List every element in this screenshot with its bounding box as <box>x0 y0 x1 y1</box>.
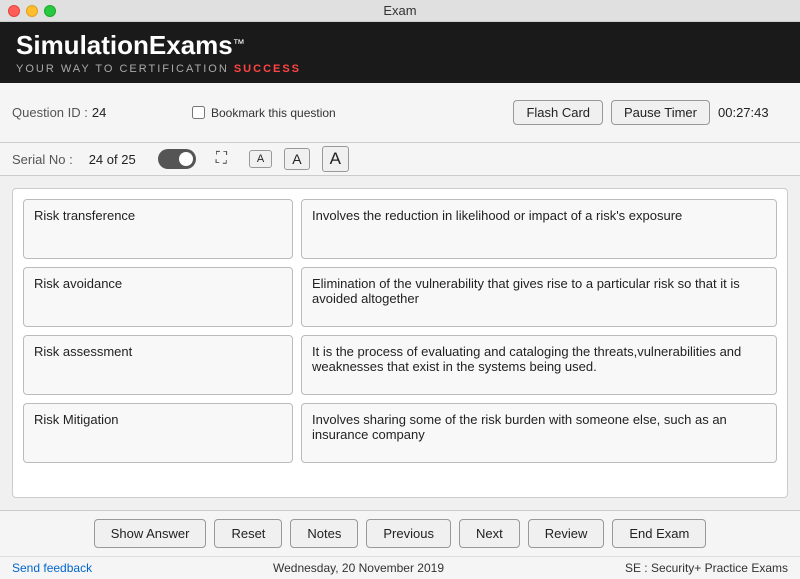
tagline: YOUR WAY TO CERTIFICATION SUCCESS <box>16 63 784 75</box>
question-id-row: Question ID : 24 <box>12 105 172 120</box>
bookmark-label: Bookmark this question <box>211 106 336 120</box>
question-info: Question ID : 24 <box>12 105 172 120</box>
toggle-switch[interactable] <box>158 149 196 169</box>
main-content: Risk transferenceInvolves the reduction … <box>0 176 800 510</box>
pause-timer-button[interactable]: Pause Timer <box>611 100 710 125</box>
matching-left-2: Risk assessment <box>23 335 293 395</box>
maximize-button[interactable] <box>44 5 56 17</box>
previous-button[interactable]: Previous <box>366 519 451 548</box>
serial-no-value: 24 of 25 <box>89 152 136 167</box>
matching-left-0: Risk transference <box>23 199 293 259</box>
tagline-before: YOUR WAY TO CERTIFICATION <box>16 63 234 75</box>
next-button[interactable]: Next <box>459 519 520 548</box>
timer-display: 00:27:43 <box>718 105 788 120</box>
header: SimulationExams™ YOUR WAY TO CERTIFICATI… <box>0 22 800 83</box>
bottom-bar: Show Answer Reset Notes Previous Next Re… <box>0 510 800 556</box>
bookmark-area: Bookmark this question <box>192 106 493 120</box>
matching-row: Risk avoidanceElimination of the vulnera… <box>23 267 777 327</box>
logo-area: SimulationExams™ <box>16 30 784 61</box>
question-id-label: Question ID : <box>12 105 88 120</box>
tagline-highlight: SUCCESS <box>234 63 301 75</box>
footer-date: Wednesday, 20 November 2019 <box>273 561 444 575</box>
flash-card-button[interactable]: Flash Card <box>513 100 603 125</box>
footer-exam-name: SE : Security+ Practice Exams <box>625 561 788 575</box>
send-feedback-link[interactable]: Send feedback <box>12 561 92 575</box>
review-button[interactable]: Review <box>528 519 605 548</box>
serial-no-label: Serial No : <box>12 152 73 167</box>
bookmark-checkbox[interactable] <box>192 106 205 119</box>
trademark-symbol: ™ <box>233 37 245 51</box>
window-title: Exam <box>383 3 416 18</box>
end-exam-button[interactable]: End Exam <box>612 519 706 548</box>
question-id-value: 24 <box>92 105 106 120</box>
fullscreen-icon[interactable]: ⛶ <box>216 150 227 168</box>
font-small-button[interactable]: A <box>249 150 272 168</box>
matching-right-3: Involves sharing some of the risk burden… <box>301 403 777 463</box>
controls-right: Flash Card Pause Timer 00:27:43 <box>513 100 788 125</box>
notes-button[interactable]: Notes <box>290 519 358 548</box>
title-bar: Exam <box>0 0 800 22</box>
logo-text: SimulationExams <box>16 30 233 60</box>
matching-left-1: Risk avoidance <box>23 267 293 327</box>
matching-row: Risk assessmentIt is the process of eval… <box>23 335 777 395</box>
font-medium-button[interactable]: A <box>284 148 309 170</box>
traffic-lights <box>8 5 56 17</box>
matching-row: Risk MitigationInvolves sharing some of … <box>23 403 777 463</box>
matching-row: Risk transferenceInvolves the reduction … <box>23 199 777 259</box>
matching-right-1: Elimination of the vulnerability that gi… <box>301 267 777 327</box>
info-bar: Question ID : 24 Bookmark this question … <box>0 83 800 143</box>
matching-left-3: Risk Mitigation <box>23 403 293 463</box>
matching-right-2: It is the process of evaluating and cata… <box>301 335 777 395</box>
info-bar2: Serial No : 24 of 25 ⛶ A A A <box>0 143 800 176</box>
minimize-button[interactable] <box>26 5 38 17</box>
footer: Send feedback Wednesday, 20 November 201… <box>0 556 800 579</box>
content-inner: Risk transferenceInvolves the reduction … <box>12 188 788 498</box>
show-answer-button[interactable]: Show Answer <box>94 519 207 548</box>
font-large-button[interactable]: A <box>322 146 349 172</box>
matching-right-0: Involves the reduction in likelihood or … <box>301 199 777 259</box>
matching-table: Risk transferenceInvolves the reduction … <box>23 199 777 463</box>
close-button[interactable] <box>8 5 20 17</box>
reset-button[interactable]: Reset <box>214 519 282 548</box>
